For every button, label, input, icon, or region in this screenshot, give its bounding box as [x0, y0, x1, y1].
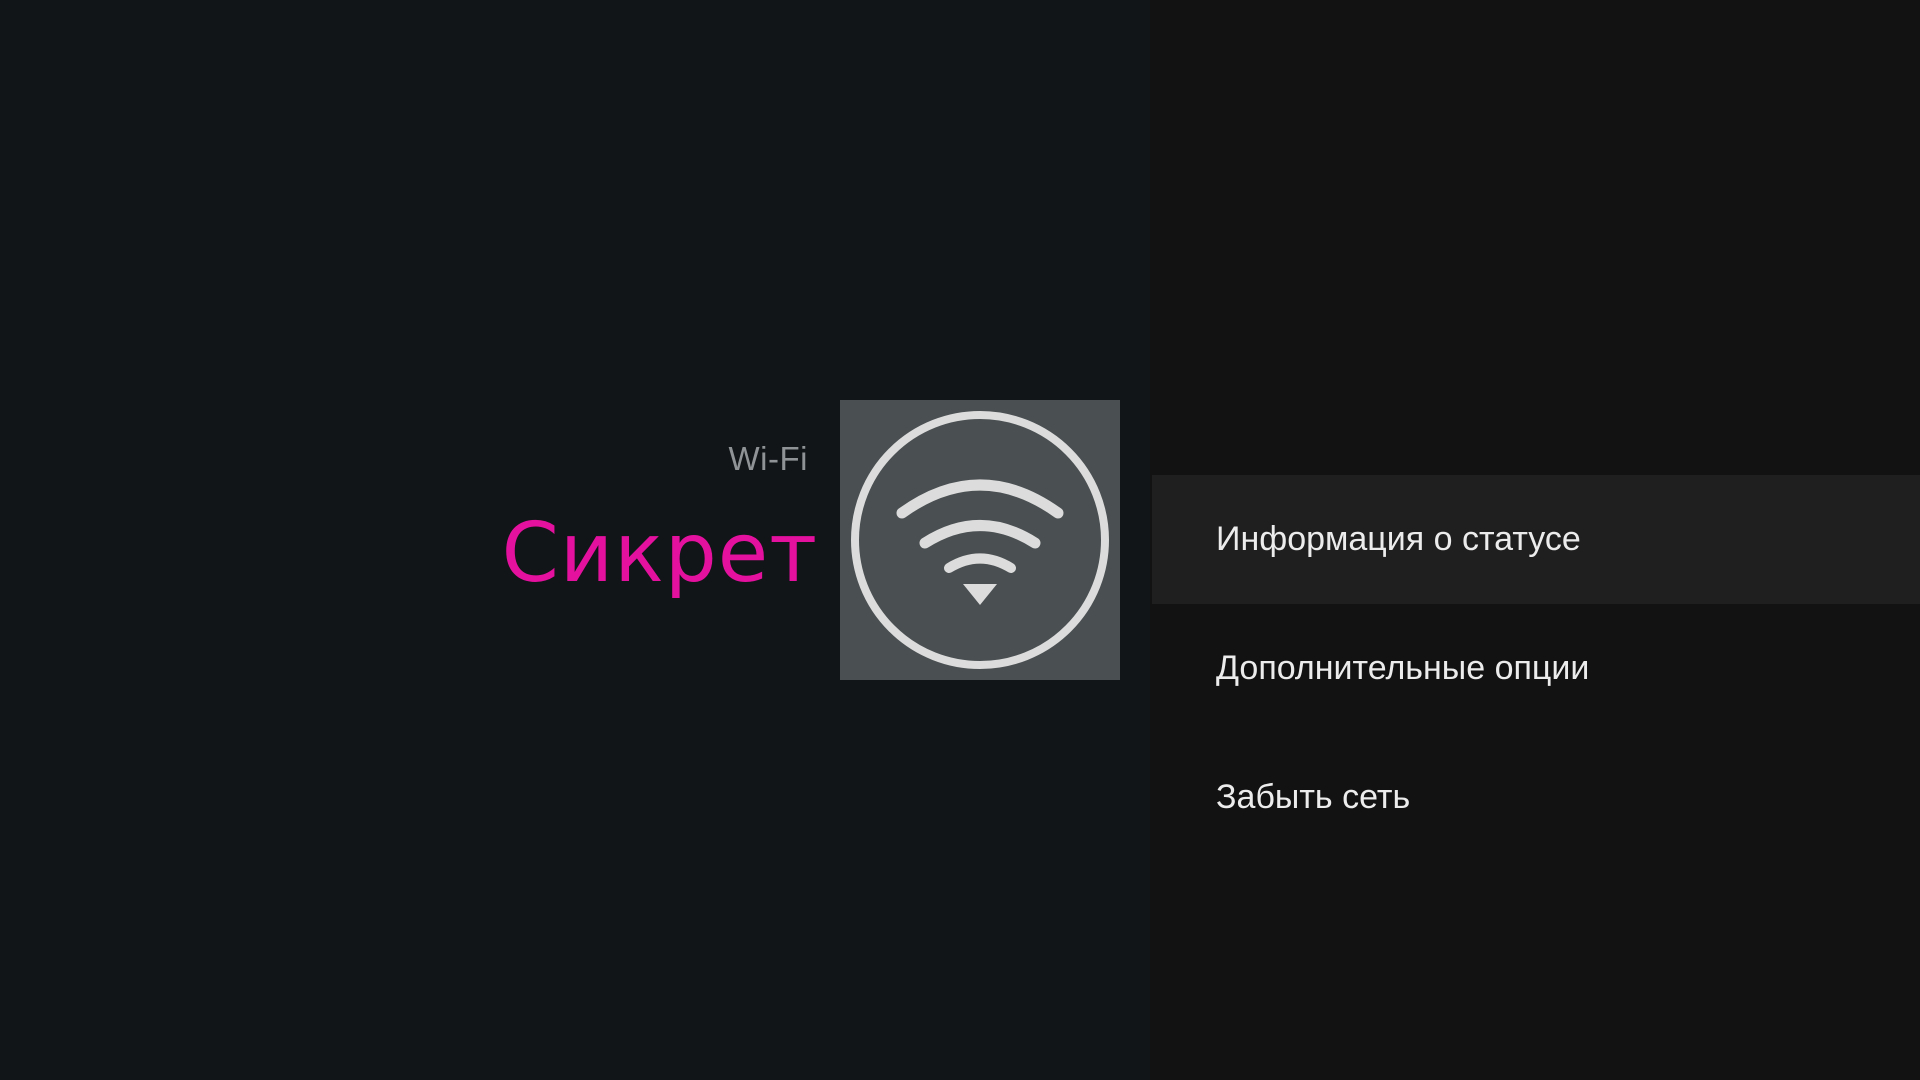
section-label: Wi-Fi	[728, 440, 808, 477]
network-name-title: Сикрет	[501, 506, 818, 601]
menu-item-label: Дополнительные опции	[1216, 649, 1590, 687]
options-pane: Информация о статусе Дополнительные опци…	[1150, 0, 1920, 1080]
menu-item-status-info[interactable]: Информация о статусе	[1152, 475, 1920, 604]
menu-item-label: Информация о статусе	[1216, 520, 1581, 558]
wifi-signal-icon-graphic	[851, 411, 1109, 669]
menu-item-label: Забыть сеть	[1216, 778, 1411, 816]
options-menu: Информация о статусе Дополнительные опци…	[1152, 475, 1920, 862]
menu-item-forget-network[interactable]: Забыть сеть	[1152, 733, 1920, 862]
wifi-network-settings-screen: Wi-Fi Сикрет Информация о статусе Дополн…	[0, 0, 1920, 1080]
menu-item-advanced-options[interactable]: Дополнительные опции	[1152, 604, 1920, 733]
network-info-pane: Wi-Fi Сикрет	[0, 0, 1150, 1080]
wifi-signal-icon	[840, 400, 1120, 680]
